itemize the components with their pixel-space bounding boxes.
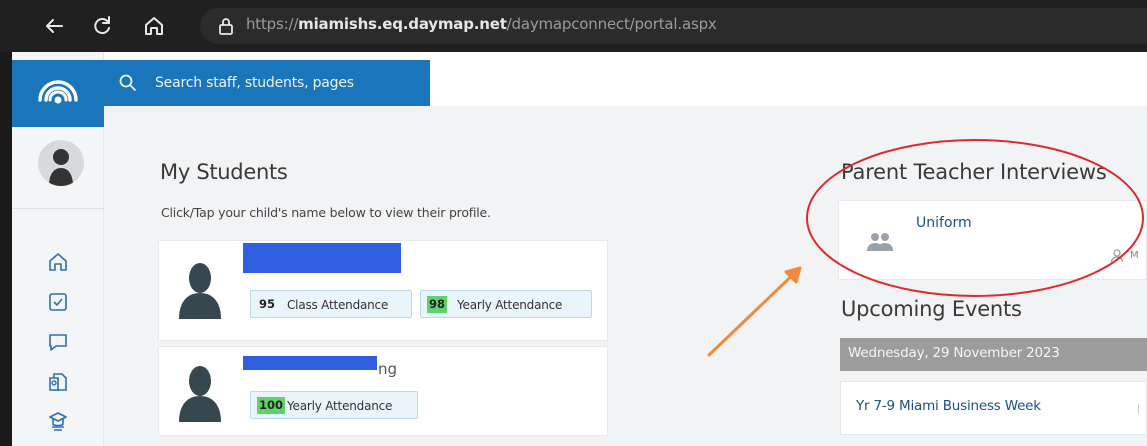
attendance-value: 98 [427,296,448,313]
checkbox-icon[interactable] [46,290,70,314]
students-title: My Students [160,160,288,184]
chat-icon[interactable] [46,330,70,354]
url-path: /daymapconnect/portal.aspx [506,15,717,33]
attendance-label: Yearly Attendance [457,298,563,312]
reload-icon[interactable] [88,12,116,40]
school-icon[interactable] [46,410,70,434]
url-domain: miamishs.eq.daymap.net [298,15,507,33]
attendance-label: Class Attendance [287,298,389,312]
redacted-student-name [243,356,377,370]
avatar[interactable] [38,140,84,186]
left-sidebar [12,52,104,446]
attendance-value: 100 [257,397,286,414]
back-icon[interactable] [40,12,68,40]
event-date-text: Wednesday, 29 November 2023 [848,345,1060,361]
student-avatar[interactable] [179,261,221,319]
search-input[interactable]: Search staff, students, pages [155,75,354,91]
lock-icon[interactable] [214,14,238,38]
events-title: Upcoming Events [841,297,1022,321]
group-icon [866,232,894,252]
pti-item-title[interactable]: Uniform [916,215,972,231]
home-icon[interactable] [46,250,70,274]
person-icon [1110,248,1124,263]
attendance-value: 95 [259,297,276,311]
event-divider [1138,404,1139,414]
window-edge [0,52,12,446]
home-icon[interactable] [140,12,168,40]
student-name-fragment[interactable]: ng [378,360,397,378]
yearly-attendance-chip[interactable]: 98 Yearly Attendance [420,290,592,318]
daymap-logo[interactable] [12,60,104,127]
pti-item-meta: M [1130,250,1139,261]
student-avatar[interactable] [179,364,221,422]
document-icon[interactable] [46,370,70,394]
students-subtitle: Click/Tap your child's name below to vie… [161,205,491,220]
url-prefix: https:// [246,15,299,33]
yearly-attendance-chip[interactable]: 100 Yearly Attendance [250,391,418,419]
search-icon[interactable] [118,73,138,93]
sidebar-divider [12,208,104,209]
event-title[interactable]: Yr 7-9 Miami Business Week [856,398,1041,414]
address-url[interactable]: https://miamishs.eq.daymap.net/daymapcon… [246,15,717,33]
pti-title: Parent Teacher Interviews [841,160,1107,184]
redacted-student-name [243,243,401,273]
class-attendance-chip[interactable]: 95 Class Attendance [250,290,412,318]
attendance-label: Yearly Attendance [287,399,393,413]
